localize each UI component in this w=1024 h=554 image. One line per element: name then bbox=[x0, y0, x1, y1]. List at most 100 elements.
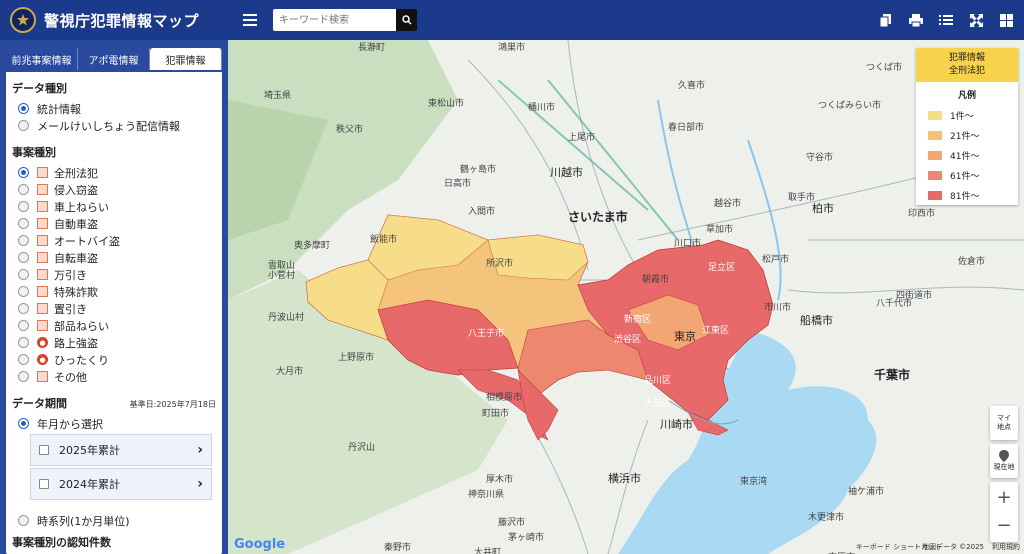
case-type-item[interactable]: 置引き bbox=[18, 300, 222, 317]
radio-label: 統計情報 bbox=[37, 102, 81, 116]
radio-button[interactable] bbox=[18, 252, 29, 263]
tab-precursor[interactable]: 前兆事案情報 bbox=[6, 48, 78, 70]
map-place-label: 印西市 bbox=[908, 209, 936, 219]
map-place-label: さいたま市 bbox=[568, 210, 628, 224]
search-icon bbox=[401, 15, 412, 25]
chevron-right-icon: › bbox=[197, 442, 203, 458]
radio-label: 年月から選択 bbox=[37, 417, 103, 431]
map-place-label: 入間市 bbox=[468, 207, 496, 217]
radio-button[interactable] bbox=[18, 337, 29, 348]
map-place-label: 藤沢市 bbox=[498, 518, 526, 528]
radio-mail-info[interactable]: メールけいしちょう配信情報 bbox=[18, 117, 222, 134]
radio-button[interactable] bbox=[18, 515, 29, 526]
radio-button[interactable] bbox=[18, 103, 29, 114]
map-place-label: 川崎市 bbox=[660, 418, 693, 431]
chevron-right-icon: › bbox=[197, 476, 203, 492]
legend-swatch bbox=[928, 130, 942, 140]
radio-button[interactable] bbox=[18, 120, 29, 131]
case-type-item[interactable]: ● ひったくり bbox=[18, 351, 222, 368]
legend-subtitle: 凡例 bbox=[957, 91, 976, 101]
case-type-item[interactable]: 自転車盗 bbox=[18, 249, 222, 266]
map-place-label: 奥多摩町 bbox=[294, 241, 331, 251]
count-title: 事案種別の認知件数 bbox=[12, 534, 111, 550]
checkbox[interactable] bbox=[39, 445, 49, 455]
tab-crime-info[interactable]: 犯罪情報 bbox=[150, 48, 222, 70]
legend-item: 61件～ bbox=[916, 165, 1018, 185]
radio-button[interactable] bbox=[18, 269, 29, 280]
map-place-label: 丹波山村 bbox=[268, 313, 305, 323]
search-button[interactable] bbox=[396, 9, 417, 31]
map-place-label: つくばみらい市 bbox=[818, 101, 882, 111]
copy-icon[interactable] bbox=[878, 12, 894, 28]
zoom-out-button[interactable]: − bbox=[990, 512, 1018, 540]
radio-button[interactable] bbox=[18, 235, 29, 246]
checkbox[interactable] bbox=[39, 479, 49, 489]
search-input[interactable] bbox=[273, 9, 396, 31]
radio-button[interactable] bbox=[18, 418, 29, 429]
sidebar-panel: 前兆事案情報 アポ電情報 犯罪情報 データ種別 統計情報 メールけいしちょう配信… bbox=[6, 48, 222, 554]
map-place-label: 上野原市 bbox=[338, 353, 375, 363]
year-2024-row[interactable]: 2024年累計 › bbox=[30, 468, 212, 500]
legend-header-line2: 全刑法犯 bbox=[948, 66, 985, 76]
radio-statistics[interactable]: 統計情報 bbox=[18, 100, 222, 117]
legend-label: 1件～ bbox=[950, 111, 974, 122]
radio-button[interactable] bbox=[18, 167, 29, 178]
legend-label: 81件～ bbox=[950, 191, 980, 202]
zoom-control: + − bbox=[990, 482, 1018, 542]
police-emblem-icon bbox=[10, 7, 36, 33]
menu-icon[interactable] bbox=[240, 10, 260, 30]
base-date: 基準日:2025年7月18日 bbox=[129, 400, 216, 409]
case-type-item[interactable]: 万引き bbox=[18, 266, 222, 283]
my-location-button[interactable]: マイ地点 bbox=[990, 406, 1018, 440]
case-type-label: 置引き bbox=[54, 302, 87, 316]
radio-button[interactable] bbox=[18, 184, 29, 195]
map-place-label: 川口市 bbox=[674, 239, 702, 249]
zoom-in-button[interactable]: + bbox=[990, 484, 1018, 512]
radio-select-by-month[interactable]: 年月から選択 bbox=[18, 415, 222, 432]
case-type-label: 部品ねらい bbox=[54, 319, 109, 333]
case-type-item[interactable]: ● 路上強盗 bbox=[18, 334, 222, 351]
map-place-label: 船橋市 bbox=[800, 314, 833, 327]
radio-time-series[interactable]: 時系列(1か月単位) bbox=[18, 512, 222, 529]
data-type-title: データ種別 bbox=[12, 82, 67, 95]
map-place-label: 大田区 bbox=[644, 399, 672, 409]
legend-swatch bbox=[928, 190, 942, 200]
radio-button[interactable] bbox=[18, 201, 29, 212]
case-type-item[interactable]: 自動車盗 bbox=[18, 215, 222, 232]
case-type-label: その他 bbox=[54, 370, 87, 384]
radio-button[interactable] bbox=[18, 320, 29, 331]
print-icon[interactable] bbox=[908, 12, 924, 28]
fullscreen-icon[interactable] bbox=[968, 12, 984, 28]
map-place-label: 新宿区 bbox=[624, 315, 652, 325]
map-place-label: 八王子市 bbox=[468, 329, 505, 339]
case-type-item[interactable]: 侵入窃盗 bbox=[18, 181, 222, 198]
radio-button[interactable] bbox=[18, 286, 29, 297]
map-place-label: 川越市 bbox=[550, 166, 583, 179]
case-type-item[interactable]: 特殊詐欺 bbox=[18, 283, 222, 300]
radio-button[interactable] bbox=[18, 218, 29, 229]
map-place-label: 飯能市 bbox=[370, 235, 398, 245]
map-place-label: 秦野市 bbox=[384, 543, 412, 553]
radio-button[interactable] bbox=[18, 303, 29, 314]
radio-button[interactable] bbox=[18, 354, 29, 365]
list-icon[interactable] bbox=[938, 12, 954, 28]
grid-icon[interactable] bbox=[998, 12, 1014, 28]
year-2025-row[interactable]: 2025年累計 › bbox=[30, 434, 212, 466]
map-canvas[interactable]: 埼玉県 さいたま市 川越市 長瀞町 秩父市 東松山市 鴻巣市 桶川市 上尾市 久喜市 春日部市 つくば… bbox=[228, 40, 1024, 554]
current-location-button[interactable]: 現在地 bbox=[990, 444, 1018, 478]
sidebar: 前兆事案情報 アポ電情報 犯罪情報 データ種別 統計情報 メールけいしちょう配信… bbox=[0, 40, 228, 554]
tab-apoden[interactable]: アポ電情報 bbox=[78, 48, 150, 70]
legend-swatch bbox=[928, 110, 942, 120]
case-type-item[interactable]: オートバイ盗 bbox=[18, 232, 222, 249]
map-place-label: 茅ヶ崎市 bbox=[508, 533, 545, 543]
case-type-item[interactable]: 部品ねらい bbox=[18, 317, 222, 334]
case-type-item[interactable]: 車上ねらい bbox=[18, 198, 222, 215]
radio-button[interactable] bbox=[18, 371, 29, 382]
legend-header: 犯罪情報 全刑法犯 bbox=[916, 48, 1018, 82]
case-type-item[interactable]: 全刑法犯 bbox=[18, 164, 222, 181]
map-place-label: 桶川市 bbox=[528, 103, 556, 113]
case-type-item[interactable]: その他 bbox=[18, 368, 222, 385]
legend-item: 81件～ bbox=[916, 185, 1018, 205]
terms-link[interactable]: 利用規約 bbox=[992, 542, 1020, 552]
map-place-label: 上尾市 bbox=[568, 133, 596, 143]
